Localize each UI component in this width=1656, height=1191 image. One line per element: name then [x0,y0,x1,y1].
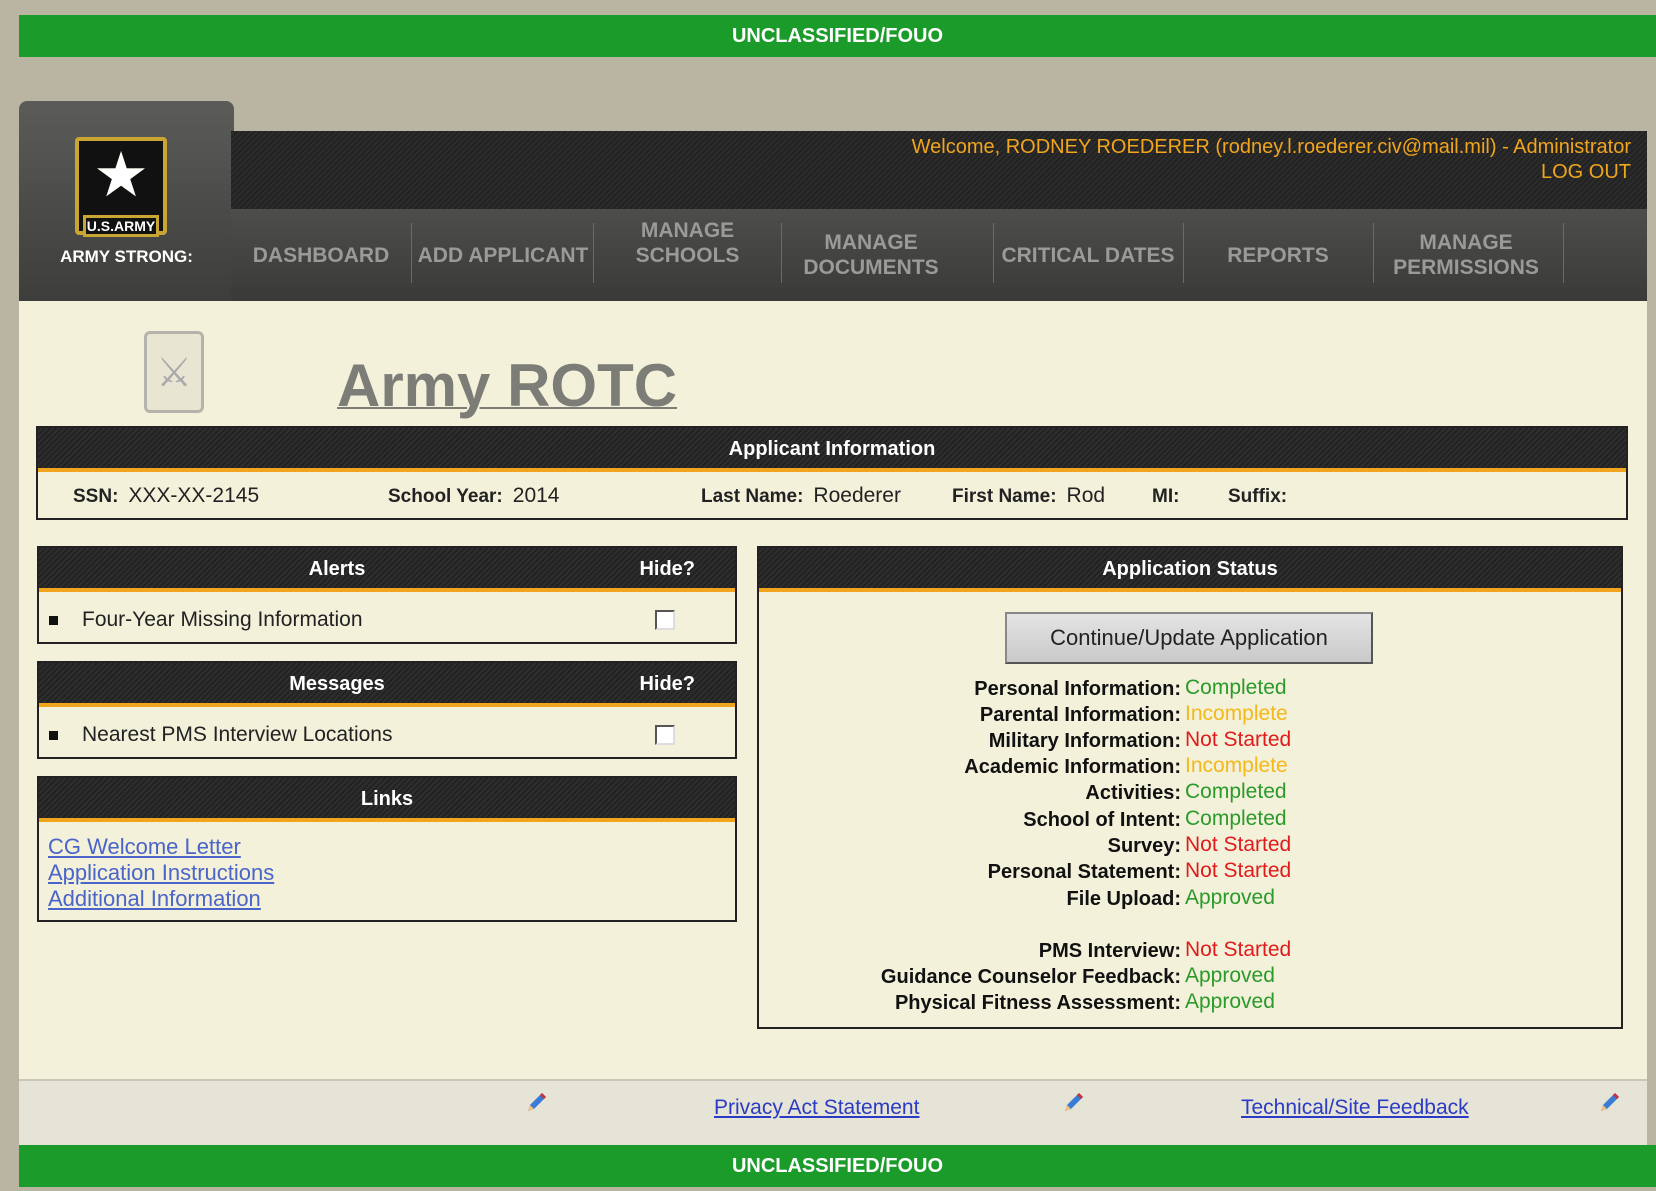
status-label: Guidance Counselor Feedback: [880,966,1181,988]
status-value: Not Started [1185,859,1292,882]
nav-manage-permissions[interactable]: MANAGE PERMISSIONS [1391,225,1541,285]
status-row: Personal Statement: Not Started [759,859,1625,887]
status-label: School of Intent: [1023,809,1181,831]
links-title: Links [360,788,414,810]
nav-divider [593,223,594,283]
nav-reports[interactable]: REPORTS [1185,225,1371,285]
link-application-instructions[interactable]: Application Instructions [48,860,274,886]
status-value: Not Started [1185,728,1292,751]
technical-feedback-link[interactable]: Technical/Site Feedback [1241,1096,1469,1120]
pencil-icon [1601,1093,1619,1111]
status-label: Activities: [1085,782,1181,804]
status-row: File Upload: Approved [759,886,1625,914]
status-label: Survey: [1107,835,1181,857]
status-label: Personal Statement: [987,861,1181,883]
status-label: Military Information: [988,730,1181,752]
status-label: Parental Information: [979,704,1181,726]
link-cg-welcome-letter[interactable]: CG Welcome Letter [48,834,274,860]
nav-critical-dates[interactable]: CRITICAL DATES [995,225,1181,285]
alerts-hide-label: Hide? [639,558,695,580]
logout-link[interactable]: LOG OUT [912,160,1631,185]
pencil-icon [1065,1093,1083,1111]
messages-title: Messages [289,673,385,695]
nav-divider [993,223,994,283]
alert-item[interactable]: Four-Year Missing Information [49,608,363,632]
nav-manage-documents[interactable]: MANAGE DOCUMENTS [796,225,946,285]
status-label: Personal Information: [974,678,1181,700]
status-title: Application Status [1102,558,1278,580]
status-row: Personal Information: Completed [759,676,1625,704]
nav-manage-schools[interactable]: MANAGE SCHOOLS [595,213,780,273]
nav-dashboard[interactable]: DASHBOARD [241,225,401,285]
links-panel: Links CG Welcome Letter Application Inst… [37,776,737,922]
classification-banner-top: UNCLASSIFIED/FOUO [19,15,1656,57]
nav-divider [1563,223,1564,283]
status-value: Approved [1185,990,1275,1013]
status-row: PMS Interview: Not Started [759,938,1625,966]
first-name-field: First Name: Rod [952,484,1106,507]
status-value: Completed [1185,780,1287,803]
nav-divider [1373,223,1374,283]
message-item[interactable]: Nearest PMS Interview Locations [49,723,392,747]
pencil-icon [528,1093,546,1111]
privacy-act-link[interactable]: Privacy Act Statement [714,1096,919,1120]
status-value: Completed [1185,807,1287,830]
messages-hide-label: Hide? [639,673,695,695]
status-row: School of Intent: Completed [759,807,1625,835]
alerts-panel: Alerts Hide? Four-Year Missing Informati… [37,546,737,644]
applicant-info-panel: Applicant Information SSN: XXX-XX-2145 Sc… [36,426,1628,520]
status-value: Not Started [1185,938,1292,961]
status-value: Incomplete [1185,754,1288,777]
mi-field: MI: [1152,486,1180,507]
army-star-icon: ★ U.S.ARMY [75,137,167,237]
continue-application-button[interactable]: Continue/Update Application [1005,612,1373,664]
status-row: Parental Information: Incomplete [759,702,1625,730]
status-value: Completed [1185,676,1287,699]
status-value: Incomplete [1185,702,1288,725]
status-row: Military Information: Not Started [759,728,1625,756]
army-strong-tagline: ARMY STRONG: [60,247,193,266]
status-label: PMS Interview: [1038,940,1181,962]
status-label: File Upload: [1066,888,1181,910]
status-value: Approved [1185,886,1275,909]
nav-divider [1183,223,1184,283]
status-row: Academic Information: Incomplete [759,754,1625,782]
status-value: Approved [1185,964,1275,987]
status-row: Physical Fitness Assessment: Approved [759,990,1625,1018]
nav-divider [781,223,782,283]
welcome-text: Welcome, RODNEY ROEDERER (rodney.l.roede… [911,136,1631,158]
link-additional-information[interactable]: Additional Information [48,886,274,912]
application-status-panel: Application Status Continue/Update Appli… [757,546,1623,1029]
rotc-emblem-icon: ⚔ [144,331,204,413]
status-row: Activities: Completed [759,780,1625,808]
status-row: Guidance Counselor Feedback: Approved [759,964,1625,992]
last-name-field: Last Name: Roederer [701,484,901,507]
panel-title: Applicant Information [728,438,936,460]
status-label: Physical Fitness Assessment: [894,992,1181,1014]
status-row: Survey: Not Started [759,833,1625,861]
classification-banner-bottom: UNCLASSIFIED/FOUO [19,1145,1656,1187]
ssn-field: SSN: XXX-XX-2145 [73,484,260,507]
status-label: Academic Information: [964,756,1181,778]
message-hide-checkbox[interactable] [655,725,675,745]
messages-panel: Messages Hide? Nearest PMS Interview Loc… [37,661,737,759]
page-title: Army ROTC [337,352,678,419]
status-value: Not Started [1185,833,1292,856]
footer: Privacy Act Statement Technical/Site Fee… [19,1079,1647,1145]
alerts-title: Alerts [308,558,366,580]
nav-divider [411,223,412,283]
school-year-field: School Year: 2014 [388,484,560,507]
suffix-field: Suffix: [1228,486,1288,507]
alert-hide-checkbox[interactable] [655,610,675,630]
army-logo[interactable]: ★ U.S.ARMY ARMY STRONG: [19,101,234,301]
main-nav: DASHBOARD ADD APPLICANT MANAGE SCHOOLS M… [231,209,1647,301]
nav-add-applicant[interactable]: ADD APPLICANT [413,225,593,285]
user-bar: Welcome, RODNEY ROEDERER (rodney.l.roede… [231,131,1647,209]
